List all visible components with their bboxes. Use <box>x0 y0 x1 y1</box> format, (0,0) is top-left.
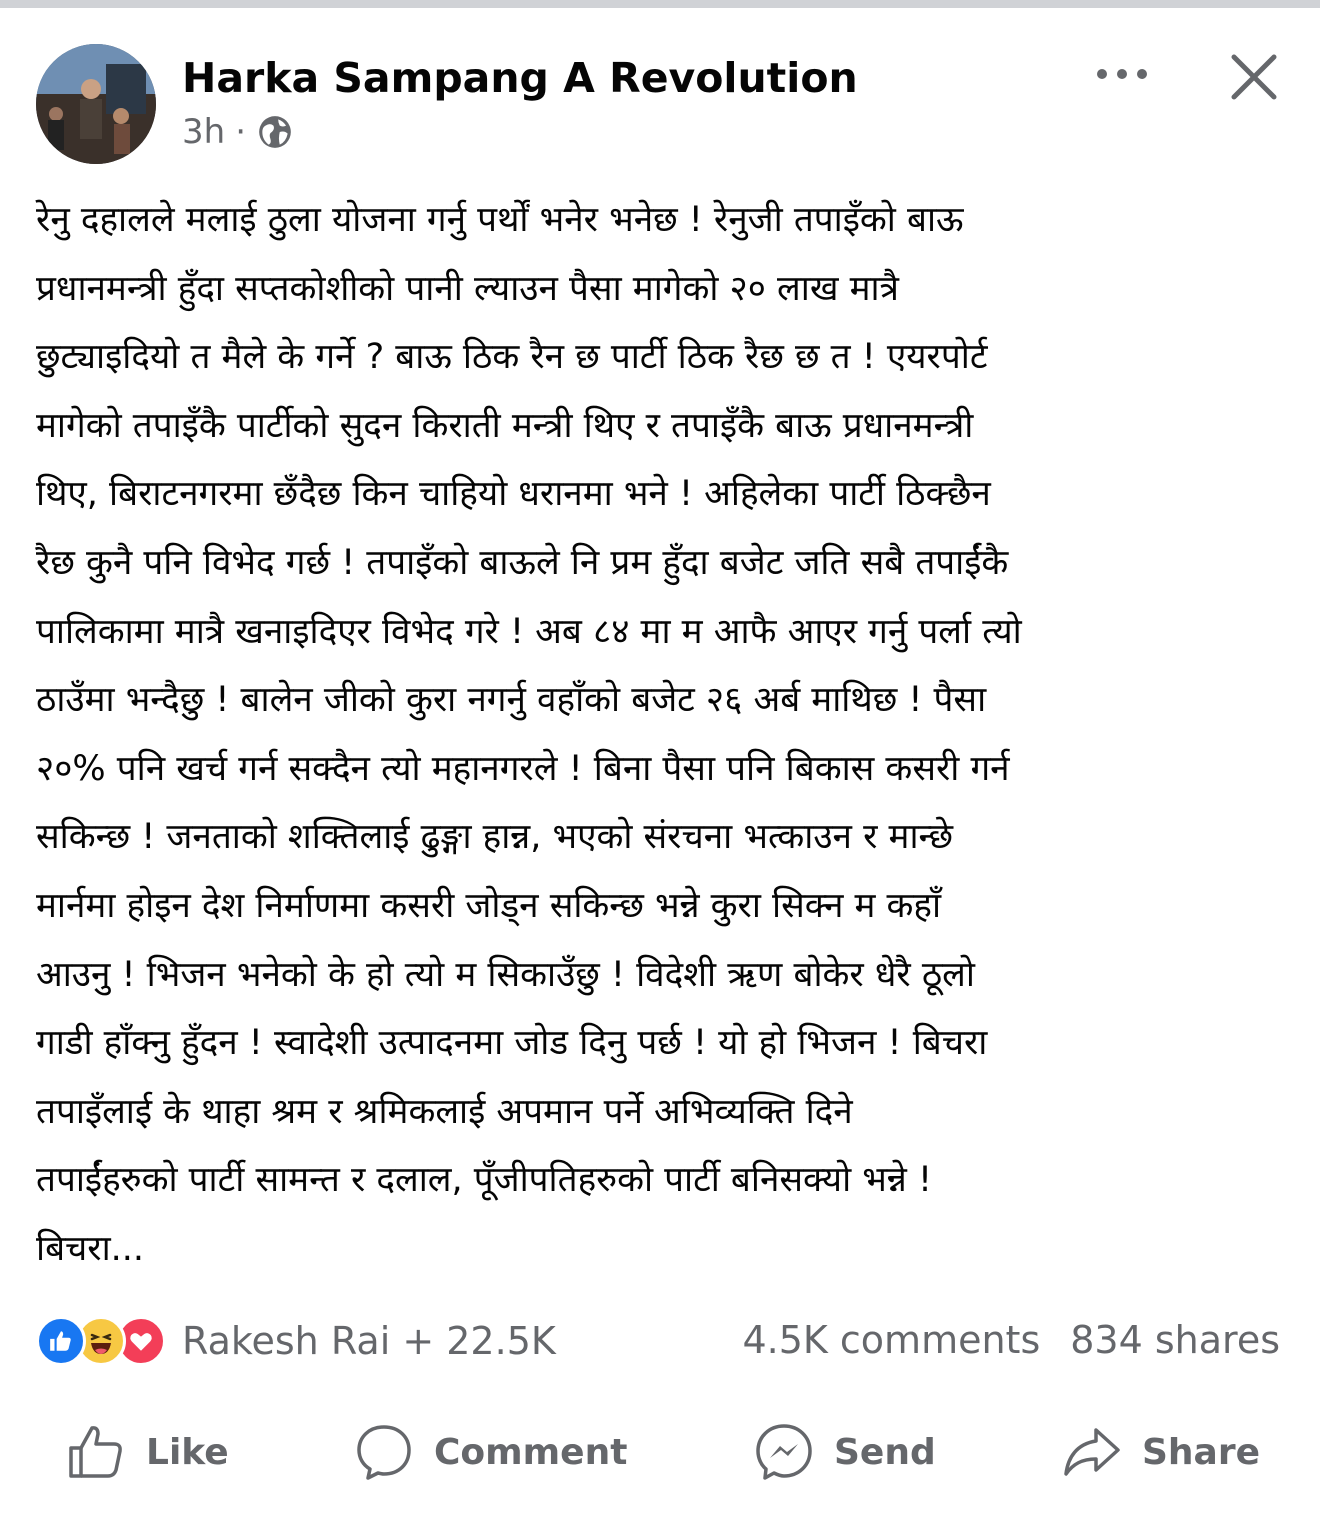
like-icon <box>36 1316 86 1366</box>
like-label: Like <box>146 1431 229 1473</box>
avatar[interactable] <box>36 44 156 164</box>
share-button[interactable]: Share <box>1062 1410 1260 1494</box>
share-arrow-icon <box>1064 1428 1120 1476</box>
post-stats: 4.5K comments 834 shares <box>742 1318 1280 1362</box>
comment-label: Comment <box>434 1431 628 1473</box>
shares-count[interactable]: 834 shares <box>1070 1318 1280 1362</box>
post-author[interactable]: Harka Sampang A Revolution <box>182 54 858 102</box>
post-body-text: रेनु दहालले मलाई ठुला योजना गर्नु पर्थों… <box>36 200 1022 1269</box>
action-bar: Like Comment Send Share <box>0 1410 1320 1494</box>
ellipsis-icon <box>1097 69 1147 79</box>
post-meta: 3h · <box>182 112 294 152</box>
more-options-button[interactable] <box>1090 54 1154 94</box>
share-label: Share <box>1142 1431 1261 1473</box>
globe-icon <box>256 113 294 151</box>
comments-count[interactable]: 4.5K comments <box>742 1318 1040 1362</box>
messenger-icon <box>756 1424 812 1480</box>
post-time[interactable]: 3h <box>182 112 225 152</box>
send-button[interactable]: Send <box>754 1410 936 1494</box>
comment-icon <box>357 1425 411 1480</box>
reactions-summary[interactable]: Rakesh Rai + 22.5K <box>36 1316 556 1366</box>
meta-separator: · <box>235 112 246 152</box>
top-divider <box>0 0 1320 8</box>
thumbs-up-icon <box>69 1426 122 1478</box>
avatar-photo <box>36 44 156 164</box>
like-button[interactable]: Like <box>66 1410 229 1494</box>
comment-button[interactable]: Comment <box>354 1410 627 1494</box>
reaction-count-text[interactable]: Rakesh Rai + 22.5K <box>182 1319 556 1363</box>
reaction-icons <box>36 1316 166 1366</box>
close-button[interactable] <box>1222 48 1286 106</box>
close-icon <box>1231 54 1277 100</box>
send-label: Send <box>834 1431 936 1473</box>
